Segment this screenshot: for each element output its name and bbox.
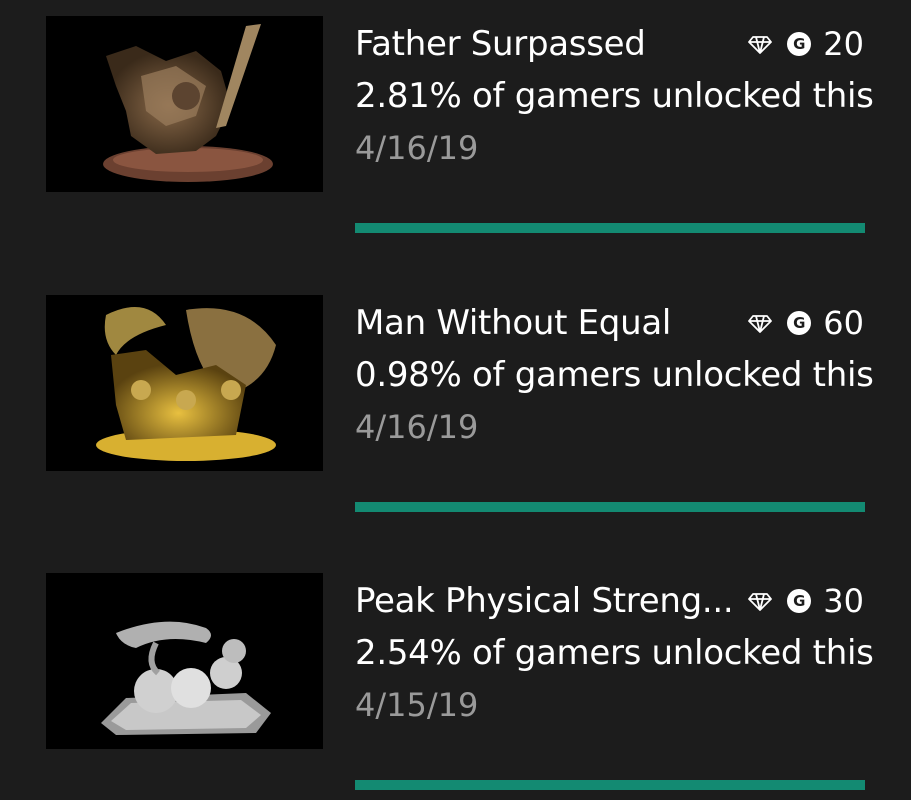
achievement-progress: [355, 223, 865, 233]
achievement-title: Peak Physical Streng...: [355, 581, 734, 621]
gamerscore-icon: G: [787, 311, 812, 335]
gamerscore-value: 60: [823, 304, 864, 342]
achievement-image: [46, 573, 323, 749]
achievement-progress: [355, 780, 865, 790]
achievement-date: 4/16/19: [355, 129, 479, 167]
achievement-item[interactable]: Peak Physical Streng... G 30 2.54% of ga…: [0, 573, 911, 800]
achievement-item[interactable]: Father Surpassed G 20 2.81% of gamers un…: [0, 16, 911, 256]
diamond-icon: [748, 593, 773, 611]
achievement-progress-fill: [355, 223, 865, 233]
gamerscore: G 20: [747, 24, 864, 64]
gamerscore-icon: G: [787, 589, 812, 613]
achievement-rarity: 0.98% of gamers unlocked this: [355, 355, 874, 395]
achievement-date: 4/16/19: [355, 408, 479, 446]
achievement-image: [46, 295, 323, 471]
achievement-date: 4/15/19: [355, 686, 479, 724]
gamerscore-icon: G: [787, 32, 812, 56]
achievement-rarity: 2.54% of gamers unlocked this: [355, 633, 874, 673]
achievement-progress-fill: [355, 780, 865, 790]
achievement-image: [46, 16, 323, 192]
gamerscore-value: 30: [823, 582, 864, 620]
achievement-rarity: 2.81% of gamers unlocked this: [355, 76, 874, 116]
achievement-progress-fill: [355, 502, 865, 512]
achievement-title: Man Without Equal: [355, 303, 672, 343]
gamerscore: G 30: [747, 581, 864, 621]
achievement-item[interactable]: Man Without Equal G 60 0.98% of gamers u…: [0, 295, 911, 535]
diamond-icon: [748, 315, 773, 333]
achievement-title: Father Surpassed: [355, 24, 646, 64]
achievement-progress: [355, 502, 865, 512]
gamerscore-value: 20: [823, 25, 864, 63]
diamond-icon: [748, 36, 773, 54]
gamerscore: G 60: [747, 303, 864, 343]
achievements-list: Father Surpassed G 20 2.81% of gamers un…: [0, 0, 911, 800]
